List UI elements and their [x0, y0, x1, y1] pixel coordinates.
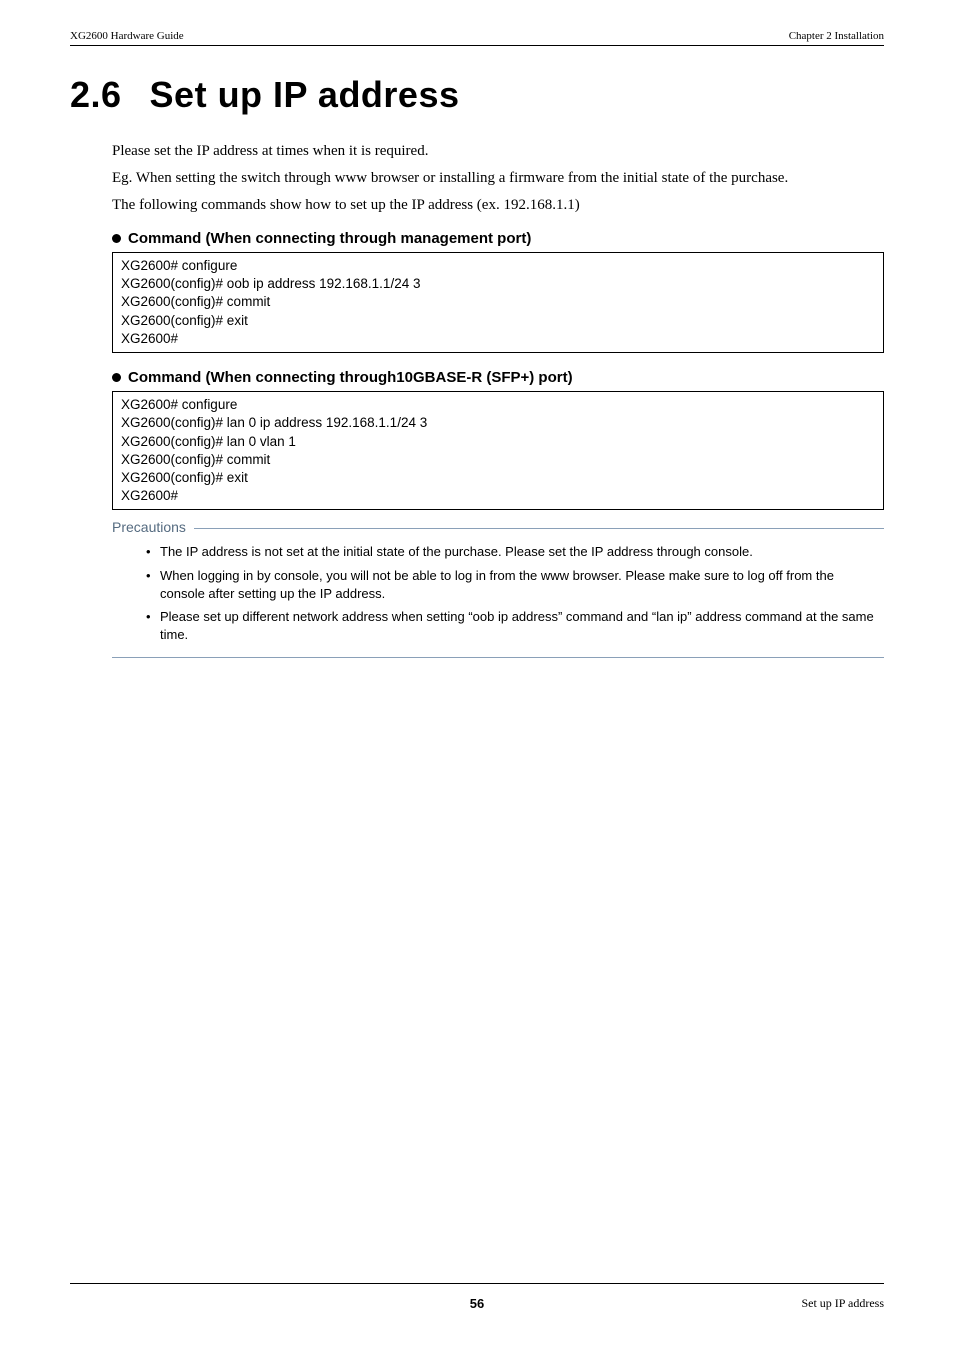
section-number: 2.6: [70, 74, 122, 115]
page: XG2600 Hardware Guide Chapter 2 Installa…: [0, 0, 954, 1351]
intro-paragraph-3: The following commands show how to set u…: [112, 195, 884, 216]
page-footer: 56 Set up IP address: [70, 1283, 884, 1311]
list-item: When logging in by console, you will not…: [160, 567, 874, 602]
footer-page-number: 56: [470, 1296, 484, 1311]
command-heading-1: Command (When connecting through managem…: [112, 230, 884, 247]
command-heading-1-text: Command (When connecting through managem…: [128, 230, 531, 247]
list-item: The IP address is not set at the initial…: [160, 543, 874, 561]
section-title-text: Set up IP address: [150, 74, 460, 115]
bullet-icon: [112, 373, 121, 382]
precautions-label: Precautions: [112, 519, 194, 535]
intro-paragraph-2: Eg. When setting the switch through www …: [112, 168, 884, 189]
code-block-2: XG2600# configure XG2600(config)# lan 0 …: [112, 391, 884, 510]
list-item: Please set up different network address …: [160, 608, 874, 643]
footer-right: Set up IP address: [801, 1296, 884, 1311]
command-heading-2-text: Command (When connecting through10GBASE-…: [128, 369, 573, 386]
bullet-icon: [112, 234, 121, 243]
header-left: XG2600 Hardware Guide: [70, 30, 184, 42]
precautions-block: Precautions The IP address is not set at…: [112, 528, 884, 658]
intro-paragraph-1: Please set the IP address at times when …: [112, 141, 884, 162]
page-header: XG2600 Hardware Guide Chapter 2 Installa…: [70, 30, 884, 46]
header-right: Chapter 2 Installation: [789, 30, 884, 42]
section-heading: 2.6 Set up IP address: [70, 74, 884, 116]
command-heading-2: Command (When connecting through10GBASE-…: [112, 369, 884, 386]
code-block-1: XG2600# configure XG2600(config)# oob ip…: [112, 252, 884, 353]
